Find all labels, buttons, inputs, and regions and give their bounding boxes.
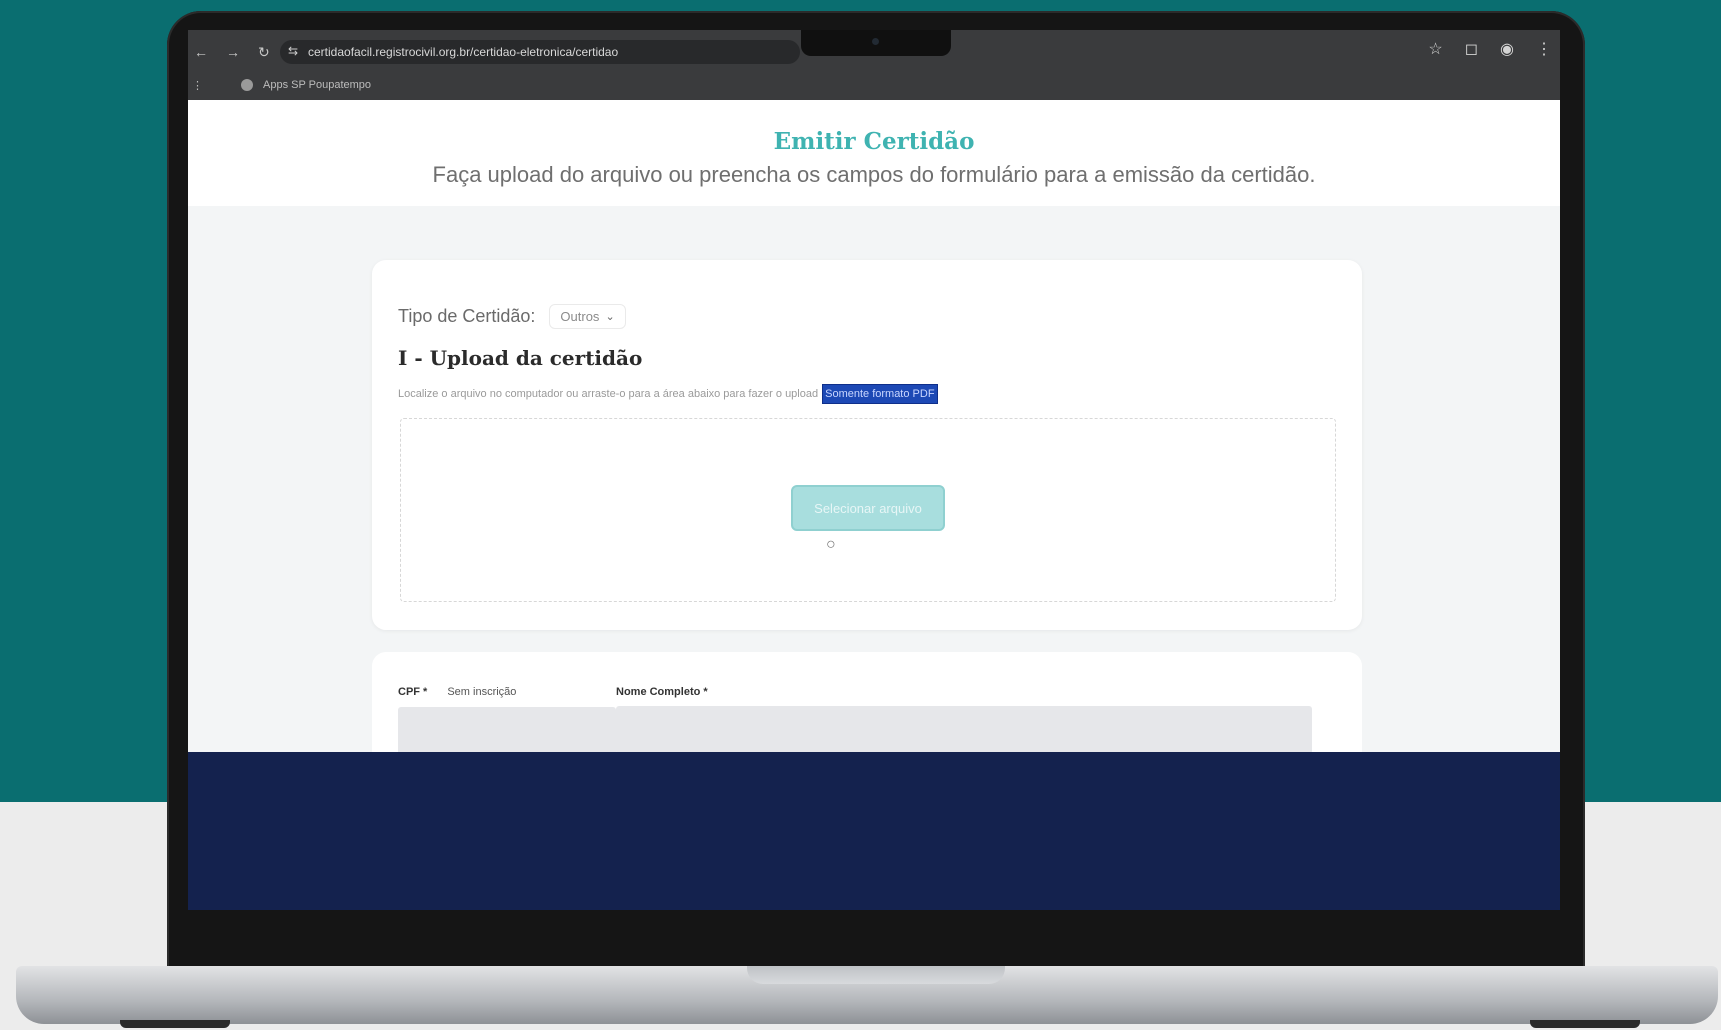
section-title: I - Upload da certidão xyxy=(398,346,643,370)
nome-completo-label: Nome Completo * xyxy=(616,686,708,698)
profile-icon[interactable]: ◉ xyxy=(1500,39,1514,59)
cpf-label: CPF * xyxy=(398,686,428,698)
tipo-certidao-row: Tipo de Certidão: Outros ⌄ xyxy=(398,304,626,329)
file-dropzone[interactable]: Selecionar arquivo xyxy=(400,418,1336,602)
section-description: Localize o arquivo no computador ou arra… xyxy=(398,384,938,404)
address-url: certidaofacil.registrocivil.org.br/certi… xyxy=(308,45,619,59)
nome-completo-input[interactable] xyxy=(616,706,1312,754)
page-title: Emitir Certidão xyxy=(773,128,975,155)
tipo-certidao-label: Tipo de Certidão: xyxy=(398,306,536,326)
page-footer xyxy=(188,752,1560,910)
bookmark-item[interactable]: Apps SP Poupatempo xyxy=(263,79,371,91)
tune-icon[interactable]: ⇆ xyxy=(288,44,298,58)
pointer-cursor-icon: ○ xyxy=(826,536,836,553)
browser-actions: ☆ ◻ ◉ ⋮ xyxy=(1428,39,1552,59)
cpf-input[interactable] xyxy=(398,707,616,755)
reload-icon[interactable]: ↻ xyxy=(258,44,270,61)
upload-button[interactable]: Selecionar arquivo xyxy=(791,485,945,531)
browser-nav-buttons: ← → ↻ xyxy=(188,44,270,61)
tipo-certidao-select[interactable]: Outros ⌄ xyxy=(549,304,626,329)
page-subtitle: Faça upload do arquivo ou preencha os ca… xyxy=(432,162,1316,187)
laptop-foot-right xyxy=(1530,1020,1640,1028)
section-desc-text: Localize o arquivo no computador ou arra… xyxy=(398,388,819,400)
camera-notch xyxy=(801,30,951,56)
apps-grid-icon[interactable]: ⋮ xyxy=(192,79,203,92)
laptop-opening-notch xyxy=(747,966,1005,984)
extensions-icon[interactable]: ◻ xyxy=(1465,39,1478,59)
camera-icon xyxy=(872,38,879,45)
laptop-foot-left xyxy=(120,1020,230,1028)
pdf-only-note: Somente formato PDF xyxy=(822,384,938,404)
upload-card: Tipo de Certidão: Outros ⌄ I - Upload da… xyxy=(372,260,1362,630)
tipo-certidao-value: Outros xyxy=(560,309,600,324)
sem-inscricao-option[interactable]: Sem inscrição xyxy=(447,686,516,698)
chevron-down-icon: ⌄ xyxy=(605,311,615,323)
globe-icon xyxy=(241,79,253,91)
forward-arrow-icon[interactable]: → xyxy=(226,44,240,61)
cpf-label-row: CPF * Sem inscrição xyxy=(398,686,516,698)
menu-icon[interactable]: ⋮ xyxy=(1536,39,1552,59)
back-arrow-icon[interactable]: ← xyxy=(194,44,208,61)
laptop-screen: ← → ↻ ⇆ certidaofacil.registrocivil.org.… xyxy=(188,30,1560,910)
bookmarks-bar: ⋮ Apps SP Poupatempo xyxy=(188,72,1560,98)
address-bar[interactable]: ⇆ certidaofacil.registrocivil.org.br/cer… xyxy=(280,40,800,64)
page-header: Emitir Certidão Faça upload do arquivo o… xyxy=(188,100,1560,206)
star-icon[interactable]: ☆ xyxy=(1428,39,1442,59)
